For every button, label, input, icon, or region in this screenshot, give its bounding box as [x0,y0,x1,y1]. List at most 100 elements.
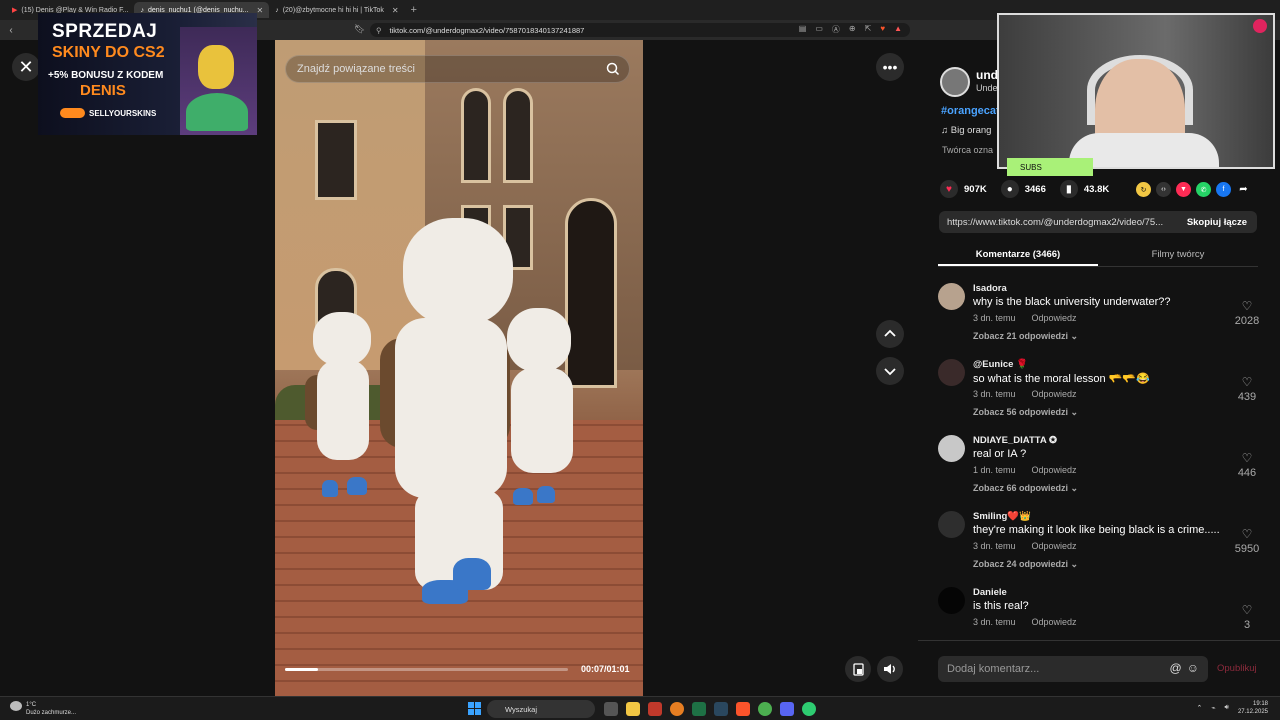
comment-username[interactable]: NDIAYE_DIATTA ✪ [973,435,1057,446]
mention-icon[interactable]: @ [1170,661,1182,675]
comment-time: 3 dn. temu [973,389,1016,399]
speaker-icon[interactable]: 🔊︎ [1225,704,1229,712]
comment-like-button[interactable]: ♡ 5950 [1227,527,1267,555]
share-page-icon[interactable]: ⇱ [865,24,872,35]
avatar[interactable] [938,435,965,462]
new-tab-button[interactable]: + [405,4,423,16]
back-icon[interactable]: ‹ [4,25,18,36]
avatar[interactable] [938,283,965,310]
reader-icon[interactable]: ▤ [799,24,807,35]
network-icon[interactable]: ⌁ [1211,704,1215,712]
comment-username[interactable]: @Eunice 🌹 [973,359,1028,370]
view-replies-button[interactable]: Zobacz 56 odpowiedzi ⌄ [973,407,1078,418]
share-link-url[interactable]: https://www.tiktok.com/@underdogmax2/vid… [947,217,1163,228]
comment-username[interactable]: Isadora [973,283,1007,294]
more-options-button[interactable]: ••• [876,53,904,81]
taskbar-apps [604,702,816,716]
send-to-friends-icon[interactable]: ▼ [1176,182,1191,197]
close-video-button[interactable]: ✕ [12,53,40,81]
comment-like-button[interactable]: ♡ 2028 [1227,299,1267,327]
floating-player-button[interactable] [845,656,871,682]
reply-button[interactable]: Odpowiedz [1032,541,1077,551]
comment-like-button[interactable]: ♡ 3 [1227,603,1267,631]
task-view-icon[interactable] [604,702,618,716]
view-replies-button[interactable]: Zobacz 24 odpowiedzi ⌄ [973,559,1078,570]
reply-button[interactable]: Odpowiedz [1032,313,1077,323]
comment-username[interactable]: Daniele [973,587,1007,598]
comment-meta: 1 dn. temu Odpowiedz [973,465,1077,475]
volume-icon [884,664,895,674]
save-stat[interactable]: ▮ 43.8K [1059,180,1109,198]
brave-browser-icon[interactable] [736,702,750,716]
facebook-icon[interactable]: f [1216,182,1231,197]
cast-icon[interactable]: ▭ [815,24,823,35]
close-tab-icon[interactable]: ✕ [257,6,264,15]
video-progress-bar[interactable] [285,668,568,671]
file-explorer-icon[interactable] [626,702,640,716]
avatar[interactable] [938,511,965,538]
avatar[interactable] [938,359,965,386]
discord-icon[interactable] [780,702,794,716]
comment-like-button[interactable]: ♡ 446 [1227,451,1267,479]
publish-button[interactable]: Opublikuj [1217,663,1257,674]
chevron-up-icon[interactable]: ⌃ [1196,704,1202,712]
comment-input[interactable]: Dodaj komentarz... @ ☺ [938,656,1208,682]
zoom-icon[interactable]: ⊕ [849,24,856,35]
video-player[interactable] [275,40,643,696]
globe-icon[interactable] [802,702,816,716]
copy-link-button[interactable]: Skopiuj łącze [1187,217,1247,228]
reply-button[interactable]: Odpowiedz [1032,389,1077,399]
music-link[interactable]: ♫ Big orang [941,125,991,136]
comment-stat[interactable]: ● 3466 [1000,180,1046,198]
ad-title: SPRZEDAJ [52,21,158,42]
site-info-icon[interactable]: ⚲ [376,26,382,35]
tab-comments[interactable]: Komentarze (3466) [938,244,1098,266]
next-video-button[interactable] [876,357,904,385]
comment-composer: Dodaj komentarz... @ ☺ Opublikuj [918,640,1280,696]
share-more-icon[interactable]: ➦ [1236,182,1251,197]
tab-creator-videos[interactable]: Filmy twórcy [1098,244,1258,266]
embed-icon[interactable]: ‹› [1156,182,1171,197]
terminal-icon[interactable] [648,702,662,716]
view-replies-button[interactable]: Zobacz 21 odpowiedzi ⌄ [973,331,1078,342]
emoji-icon[interactable]: ☺ [1187,661,1199,675]
reply-button[interactable]: Odpowiedz [1032,617,1077,627]
related-search-input[interactable]: Znajdź powiązane treści [285,55,630,83]
search-icon[interactable] [606,62,620,76]
address-bar-actions: ▤ ▭ Ⓐ ⊕ ⇱ ♥ ▲ [799,24,902,35]
comment-username[interactable]: Smiling❤️👑 [973,511,1031,522]
comment-like-count: 3 [1243,619,1251,631]
comment-item: @Eunice 🌹 so what is the moral lesson 🫳🫳… [938,359,1262,429]
view-replies-button[interactable]: Zobacz 66 odpowiedzi ⌄ [973,483,1078,494]
creator-note: Twórca ozna [942,145,994,155]
chevron-up-icon [884,329,896,337]
volume-button[interactable] [877,656,903,682]
bookmark-icon[interactable]: 🔖︎ [354,24,365,35]
windows-start-icon[interactable] [468,702,481,715]
comment-like-button[interactable]: ♡ 439 [1227,375,1267,403]
previous-video-button[interactable] [876,320,904,348]
whatsapp-icon[interactable]: ✆ [1196,182,1211,197]
app-icon[interactable] [670,702,684,716]
comment-like-count: 5950 [1234,543,1260,555]
weather-widget[interactable]: 1°C Dużo zachmurze... [10,701,76,717]
ad-character-mask [198,45,234,89]
avatar[interactable] [938,587,965,614]
reply-button[interactable]: Odpowiedz [1032,465,1077,475]
author-avatar[interactable] [940,67,970,97]
browser-tab-3[interactable]: ♪ (20)@zbytmocne hi hi hi | TikTok ✕ [269,2,404,18]
close-tab-icon[interactable]: ✕ [392,6,399,15]
repost-icon[interactable]: ↻ [1136,182,1151,197]
steam-icon[interactable] [714,702,728,716]
excel-icon[interactable] [692,702,706,716]
author-name[interactable]: und [976,68,998,82]
brave-rewards-icon[interactable]: ▲ [894,24,902,35]
comment-meta: 3 dn. temu Odpowiedz [973,541,1077,551]
chrome-icon[interactable] [758,702,772,716]
brave-shield-icon[interactable]: ♥ [880,24,885,35]
taskbar-clock[interactable]: 19:18 27.12.2025 [1238,700,1268,716]
hashtag-link[interactable]: #orangecat [941,105,1000,117]
taskbar-search[interactable]: Wyszukaj [487,700,595,718]
like-stat[interactable]: ♥ 907K [940,180,987,198]
translate-icon[interactable]: Ⓐ [832,24,840,35]
